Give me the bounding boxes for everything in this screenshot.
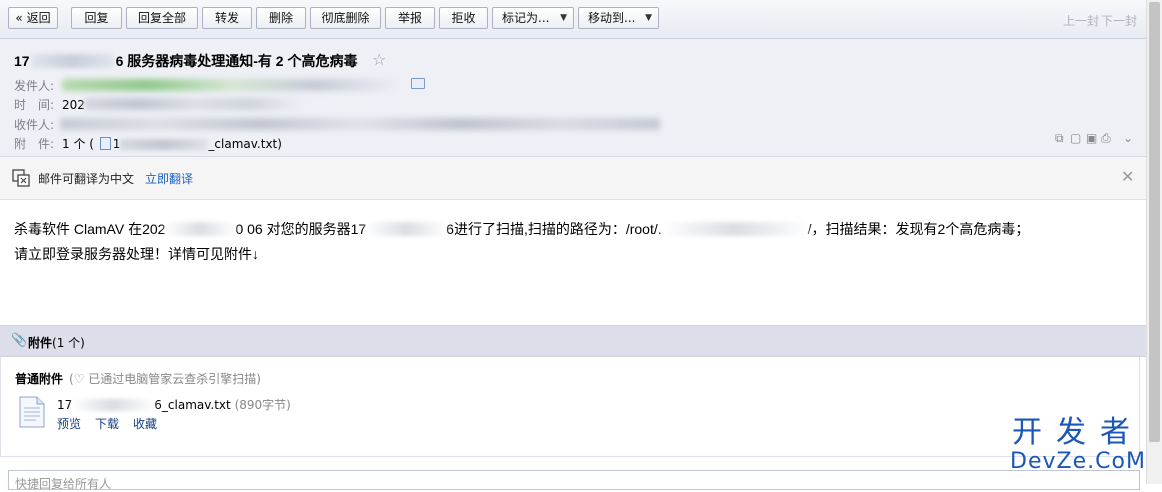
attachment-file-name[interactable]: 17 6_clamav.txt (890字节) (57, 396, 291, 413)
body-text-segment: 杀毒软件 ClamAV 在202 (14, 221, 166, 237)
body-paragraph-1: 杀毒软件 ClamAV 在202 0 06 对您的服务器17 6进行了扫描,扫描的路… (14, 217, 1134, 242)
move-to-label: 移动到... (588, 11, 636, 25)
attach-file-suffix[interactable]: _clamav.txt) (208, 137, 282, 151)
body-text-segment: 6进行了扫描,扫描的路径为：/root/. (446, 221, 662, 237)
chevron-down-icon: ▼ (645, 13, 652, 23)
mail-header: 17 6 服务器病毒处理通知-有 2 个高危病毒 ☆ 发件人: 时 间: 202 收… (0, 39, 1146, 157)
star-icon[interactable]: ☆ (372, 50, 386, 69)
attach-row: 附 件: 1 个 ( 1 _clamav.txt) (14, 135, 282, 152)
redacted-block (72, 399, 155, 411)
file-name-suffix: 6_clamav.txt (154, 398, 231, 412)
watermark-cn: 开发者 (1012, 415, 1144, 450)
body-text-segment: /，扫描结果：发现有2个高危病毒； (807, 221, 1030, 237)
file-small-icon (99, 137, 111, 150)
mail-toolbar: « 返回 回复 回复全部 转发 删除 彻底删除 举报 拒收 标记为... ▼ 移… (0, 0, 1146, 39)
reply-button[interactable]: 回复 (71, 7, 122, 29)
reply-all-button[interactable]: 回复全部 (126, 7, 198, 29)
reject-button[interactable]: 拒收 (439, 7, 488, 29)
chevron-double-down-icon[interactable]: ⌄ (1123, 131, 1133, 145)
delete-button[interactable]: 删除 (256, 7, 306, 29)
time-redacted (84, 98, 304, 110)
redacted-block (120, 139, 209, 150)
from-redacted (62, 79, 402, 91)
attachments-header: 📎 附件(1 个) (0, 325, 1146, 357)
mark-as-label: 标记为... (502, 11, 550, 25)
next-mail-link[interactable]: 下一封 (1101, 12, 1137, 29)
subject-text: 6 服务器病毒处理通知-有 2 个高危病毒 (115, 53, 358, 69)
shield-icon: ♡ (73, 372, 85, 386)
attachments-panel: 普通附件 (♡ 已通过电脑管家云查杀引擎扫描) 17 6_clamav.txt (… (0, 357, 1140, 457)
subject-prefix: 17 (14, 53, 30, 69)
time-row: 时 间: 202 (14, 96, 85, 113)
view-layout-icon[interactable]: ⧉ (1055, 131, 1064, 146)
body-text-segment: 0 06 对您的服务器17 (235, 221, 367, 237)
to-row: 收件人: (14, 116, 62, 133)
translate-now-link[interactable]: 立即翻译 (145, 170, 193, 187)
watermark-en: DevZe.CoM (1010, 449, 1146, 474)
translate-icon (12, 169, 30, 187)
attach-count: 1 个 ( (62, 137, 94, 151)
window-icon[interactable]: ▢ (1070, 131, 1081, 145)
translate-hint: 邮件可翻译为中文 (38, 172, 135, 186)
attachments-count: (1 个) (52, 336, 85, 350)
back-button[interactable]: « 返回 (8, 7, 58, 29)
attach-file-prefix[interactable]: 1 (113, 137, 121, 151)
mail-body: 杀毒软件 ClamAV 在202 0 06 对您的服务器17 6进行了扫描,扫描的路… (14, 217, 1134, 267)
file-size: (890字节) (234, 398, 291, 412)
attachment-actions: 预览 下载 收藏 (57, 415, 171, 432)
time-value: 202 (62, 98, 85, 112)
preview-link[interactable]: 预览 (57, 417, 81, 431)
redacted-block (366, 222, 447, 236)
redacted-block (165, 222, 236, 236)
time-label: 时 间: (14, 98, 55, 112)
to-label: 收件人: (14, 118, 55, 132)
translate-bar: 邮件可翻译为中文 立即翻译 ✕ (0, 157, 1146, 200)
image-icon[interactable]: ▣ (1086, 131, 1097, 145)
mail-subject: 17 6 服务器病毒处理通知-有 2 个高危病毒 (14, 51, 357, 71)
delete-forever-button[interactable]: 彻底删除 (310, 7, 381, 29)
print-icon[interactable]: ⎙ (1101, 131, 1111, 146)
text-file-icon[interactable] (18, 396, 46, 428)
favorite-link[interactable]: 收藏 (133, 417, 157, 431)
paperclip-icon: 📎 (11, 333, 28, 348)
body-paragraph-2: 请立即登录服务器处理！详情可见附件↓ (14, 246, 259, 262)
page-scrollbar[interactable] (1146, 0, 1162, 484)
to-redacted (60, 118, 660, 130)
redacted-block (661, 222, 808, 236)
attach-label: 附 件: (14, 137, 55, 151)
from-row: 发件人: (14, 77, 62, 94)
prev-mail-link[interactable]: 上一封 (1063, 12, 1099, 29)
close-icon[interactable]: ✕ (1121, 167, 1134, 186)
attachments-title-label: 附件 (28, 336, 53, 350)
file-name-prefix: 17 (57, 398, 73, 412)
chevron-down-icon: ▼ (560, 13, 567, 23)
quick-reply-input[interactable]: 快捷回复给所有人 (8, 470, 1140, 491)
scan-note-text: 已通过电脑管家云查杀引擎扫描) (88, 372, 261, 386)
report-button[interactable]: 举报 (385, 7, 435, 29)
from-label: 发件人: (14, 79, 55, 93)
scrollbar-thumb[interactable] (1149, 2, 1160, 442)
contact-card-icon[interactable] (411, 78, 425, 89)
site-watermark: 开发者 DevZe.CoM (1004, 417, 1152, 475)
attachments-title: 附件(1 个) (28, 334, 85, 351)
mark-as-dropdown[interactable]: 标记为... ▼ (492, 7, 574, 29)
move-to-dropdown[interactable]: 移动到... ▼ (578, 7, 659, 29)
forward-button[interactable]: 转发 (202, 7, 252, 29)
redacted-block (31, 54, 114, 68)
scan-note: (♡ 已通过电脑管家云查杀引擎扫描) (69, 372, 261, 386)
download-link[interactable]: 下载 (95, 417, 119, 431)
attachment-kind: 普通附件 (15, 372, 64, 386)
